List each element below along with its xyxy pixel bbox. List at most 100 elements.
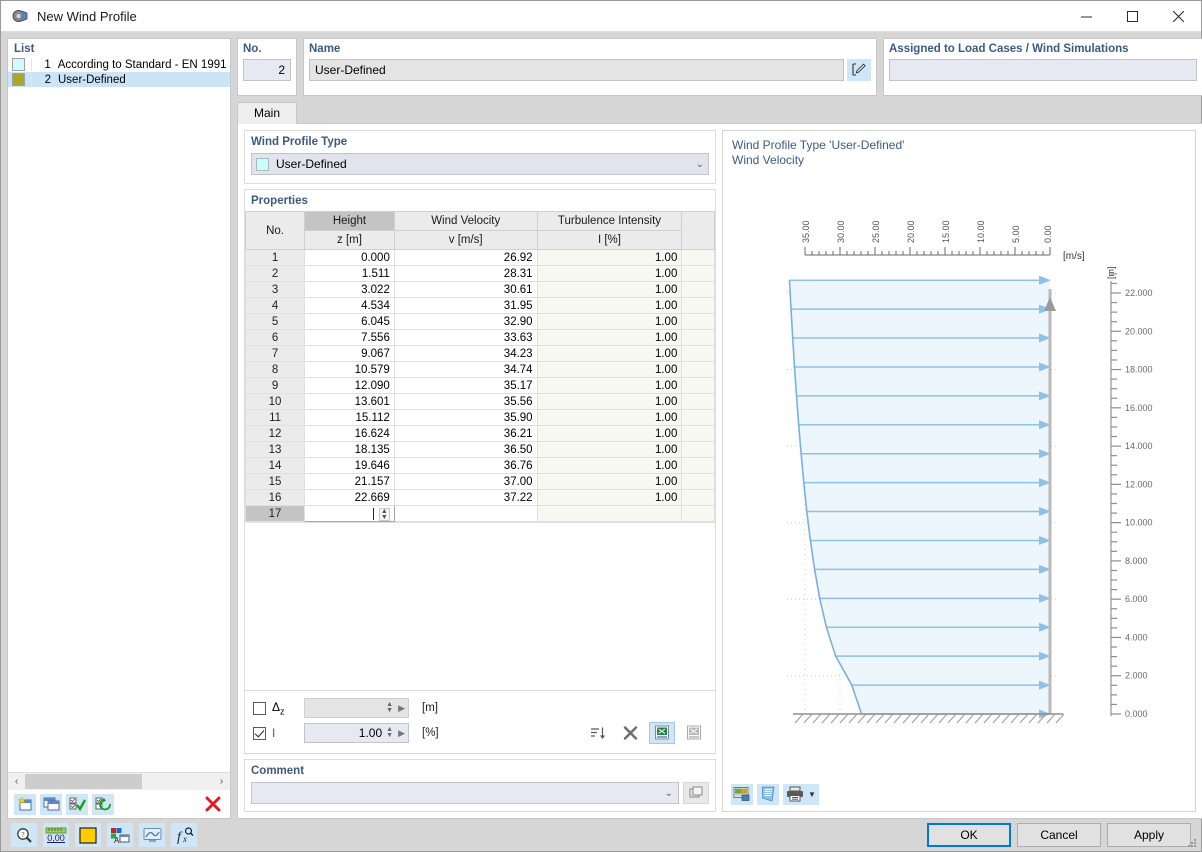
sort-table-button[interactable] <box>585 722 611 744</box>
list-item[interactable]: 2 User-Defined <box>8 72 230 87</box>
expand-arrow-icon[interactable]: ▶ <box>398 703 405 714</box>
cell-height[interactable]: 6.045 <box>304 313 395 330</box>
assigned-value[interactable] <box>889 59 1197 81</box>
intensity-checkbox[interactable] <box>253 726 266 740</box>
list-horizontal-scrollbar[interactable]: ‹ › <box>8 772 230 790</box>
table-row[interactable]: 16 22.669 37.22 1.00 <box>245 489 715 506</box>
table-row[interactable]: 9 12.090 35.17 1.00 <box>245 377 715 394</box>
cell-velocity[interactable]: 30.61 <box>393 281 538 298</box>
cell-velocity[interactable]: 36.76 <box>393 457 538 474</box>
table-row[interactable]: 1 0.000 26.92 1.00 <box>245 249 715 266</box>
ok-button[interactable]: OK <box>927 823 1011 847</box>
chevron-down-icon[interactable]: ⌄ <box>696 159 704 170</box>
cell-turbulence[interactable]: 1.00 <box>536 457 683 474</box>
clear-table-button[interactable] <box>617 722 643 744</box>
cell-velocity[interactable]: 35.17 <box>393 377 538 394</box>
scroll-left-arrow-icon[interactable]: ‹ <box>8 773 25 790</box>
cell-height[interactable]: 7.556 <box>304 329 395 346</box>
cell-velocity[interactable]: 36.50 <box>393 441 538 458</box>
table-row[interactable]: 10 13.601 35.56 1.00 <box>245 393 715 410</box>
comment-library-button[interactable] <box>683 782 709 804</box>
cell-turbulence[interactable]: 1.00 <box>536 281 683 298</box>
formula-button[interactable]: f x <box>171 823 197 847</box>
cell-height[interactable]: 21.157 <box>304 473 395 490</box>
table-row[interactable]: 15 21.157 37.00 1.00 <box>245 473 715 490</box>
cell-turbulence[interactable]: 1.00 <box>536 425 683 442</box>
table-row[interactable]: 11 15.112 35.90 1.00 <box>245 409 715 426</box>
spinner-icon[interactable]: ▲ ▼ <box>386 701 393 714</box>
check-all-button[interactable] <box>66 793 88 815</box>
table-row[interactable]: 4 4.534 31.95 1.00 <box>245 297 715 314</box>
col-header-turbulence[interactable]: Turbulence Intensity <box>536 211 683 231</box>
tab-main[interactable]: Main <box>237 102 298 124</box>
cell-turbulence[interactable]: 1.00 <box>536 249 683 266</box>
scroll-track[interactable] <box>25 772 213 790</box>
table-row[interactable]: 7 9.067 34.23 1.00 <box>245 345 715 362</box>
cell-height[interactable]: 1.511 <box>304 265 395 282</box>
cell-velocity[interactable]: 35.56 <box>393 393 538 410</box>
cell-velocity[interactable]: 36.21 <box>393 425 538 442</box>
cell-turbulence[interactable]: 1.00 <box>536 361 683 378</box>
cell-height[interactable]: 9.067 <box>304 345 395 362</box>
profile-list[interactable]: 1 According to Standard - EN 1991 | 2 Us… <box>8 57 230 772</box>
cell-turbulence[interactable]: 1.00 <box>536 441 683 458</box>
view-button[interactable] <box>139 823 165 847</box>
cell-velocity[interactable]: 34.23 <box>393 345 538 362</box>
col-header-velocity[interactable]: Wind Velocity <box>393 211 538 231</box>
delta-z-input[interactable]: ▲ ▼ ▶ <box>304 698 409 718</box>
cell-velocity[interactable]: 34.74 <box>393 361 538 378</box>
cell-turbulence[interactable]: 1.00 <box>536 489 683 506</box>
export-excel-button[interactable] <box>681 722 707 744</box>
intensity-input[interactable]: 1.00 ▲ ▼ ▶ <box>304 723 409 743</box>
table-row[interactable]: 6 7.556 33.63 1.00 <box>245 329 715 346</box>
cell-velocity[interactable]: 35.90 <box>393 409 538 426</box>
maximize-button[interactable] <box>1109 1 1155 32</box>
table-row[interactable]: 2 1.511 28.31 1.00 <box>245 265 715 282</box>
cell-height[interactable]: 13.601 <box>304 393 395 410</box>
wind-profile-type-select[interactable]: User-Defined ⌄ <box>251 153 709 175</box>
wind-velocity-chart[interactable]: 35.00 30.00 25.00 20.00 15.00 10.00 5.00… <box>723 171 1195 781</box>
cell-velocity[interactable]: 37.22 <box>393 489 538 506</box>
cell-velocity[interactable]: 37.00 <box>393 473 538 490</box>
cell-height[interactable]: 18.135 <box>304 441 395 458</box>
cell-velocity[interactable]: 33.63 <box>393 329 538 346</box>
close-button[interactable] <box>1155 1 1201 32</box>
height-input-active[interactable]: ▲ ▼ <box>304 505 395 522</box>
cancel-button[interactable]: Cancel <box>1017 823 1101 847</box>
cell-turbulence[interactable]: 1.00 <box>536 409 683 426</box>
col-header-no[interactable]: No. <box>245 211 306 250</box>
spinner-icon[interactable]: ▲ ▼ <box>386 726 393 739</box>
import-excel-button[interactable] <box>649 722 675 744</box>
cell-height[interactable]: 0.000 <box>304 249 395 266</box>
delete-item-button[interactable] <box>202 794 224 815</box>
cell-turbulence[interactable]: 1.00 <box>536 473 683 490</box>
chart-image-button[interactable] <box>731 783 753 805</box>
table-row[interactable]: 8 10.579 34.74 1.00 <box>245 361 715 378</box>
cell-height[interactable]: 12.090 <box>304 377 395 394</box>
chevron-down-icon[interactable]: ⌄ <box>665 788 673 799</box>
table-row-editing[interactable]: 17 ▲ ▼ <box>245 505 715 522</box>
cell-turbulence[interactable]: 1.00 <box>536 393 683 410</box>
expand-arrow-icon[interactable]: ▶ <box>398 728 405 739</box>
cell-turbulence[interactable]: 1.00 <box>536 345 683 362</box>
caret-down-icon[interactable]: ▼ <box>808 790 816 799</box>
cell-height[interactable]: 19.646 <box>304 457 395 474</box>
cell-turbulence[interactable]: 1.00 <box>536 297 683 314</box>
scroll-right-arrow-icon[interactable]: › <box>213 773 230 790</box>
table-empty-space[interactable] <box>245 522 715 690</box>
edit-pencil-icon[interactable] <box>847 59 871 81</box>
list-item[interactable]: 1 According to Standard - EN 1991 | <box>8 57 230 72</box>
comment-input[interactable]: ⌄ <box>251 782 679 804</box>
cell-height[interactable]: 22.669 <box>304 489 395 506</box>
chart-print-button[interactable]: ▼ <box>783 783 819 805</box>
cell-velocity[interactable]: 26.92 <box>393 249 538 266</box>
spinner-icon[interactable]: ▲ ▼ <box>378 508 390 521</box>
cell-height[interactable]: 3.022 <box>304 281 395 298</box>
toggle-check-button[interactable] <box>92 793 114 815</box>
cell-height[interactable]: 4.534 <box>304 297 395 314</box>
cell-height[interactable]: 16.624 <box>304 425 395 442</box>
minimize-button[interactable] <box>1063 1 1109 32</box>
cell-height[interactable]: 15.112 <box>304 409 395 426</box>
units-button[interactable]: 0,00 <box>43 823 69 847</box>
resize-grip[interactable] <box>1186 837 1198 849</box>
